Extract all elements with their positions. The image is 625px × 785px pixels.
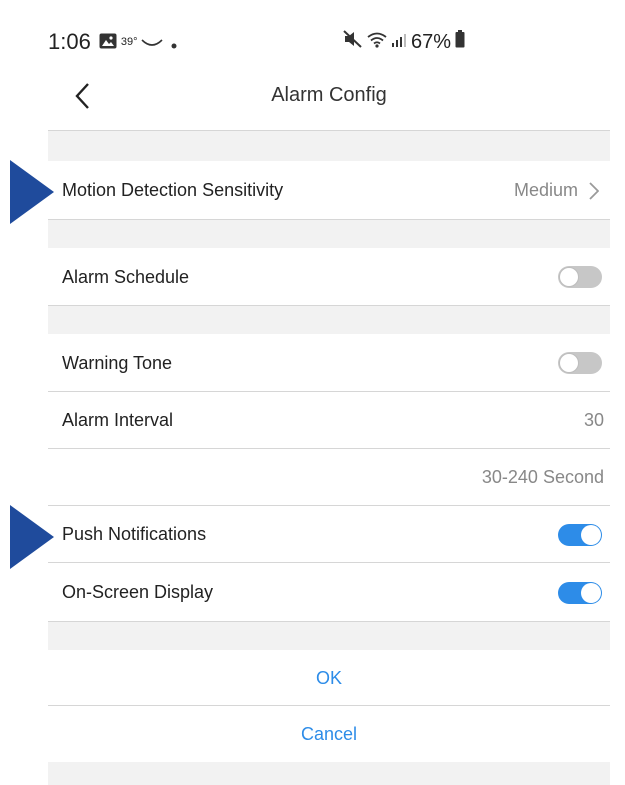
motion-detection-row[interactable]: Motion Detection Sensitivity Medium <box>48 161 610 220</box>
warning-tone-label: Warning Tone <box>62 353 173 373</box>
toggle-knob <box>559 353 579 373</box>
status-time: 1:06 <box>48 29 91 54</box>
motion-detection-label: Motion Detection Sensitivity <box>62 180 284 200</box>
push-notifications-row: Push Notifications <box>48 506 610 563</box>
on-screen-display-row: On-Screen Display <box>48 563 610 622</box>
dot-icon <box>171 29 177 55</box>
section-gap <box>48 220 610 248</box>
section-gap <box>48 306 610 334</box>
status-bar: 1:06 39° 67% <box>48 22 608 62</box>
section-gap <box>48 622 610 650</box>
cancel-button[interactable]: Cancel <box>48 706 610 762</box>
wifi-icon <box>367 31 387 54</box>
annotation-arrow-marker <box>10 160 54 224</box>
weather-icon <box>141 29 164 55</box>
warning-tone-row: Warning Tone <box>48 334 610 392</box>
status-temperature: 39° <box>120 36 138 48</box>
battery-percent: 67% <box>411 30 452 53</box>
push-notifications-toggle[interactable] <box>558 524 602 546</box>
alarm-interval-label: Alarm Interval <box>62 410 174 430</box>
page-title: Alarm Config <box>271 84 387 106</box>
status-right: 67% <box>343 22 465 62</box>
alarm-interval-row[interactable]: Alarm Interval 30 <box>48 392 610 449</box>
bottom-gap <box>48 762 610 785</box>
alarm-interval-value: 30 <box>583 410 604 430</box>
on-screen-display-label: On-Screen Display <box>62 582 214 602</box>
mute-icon <box>343 30 363 54</box>
alarm-schedule-toggle[interactable] <box>558 266 602 288</box>
ok-button[interactable]: OK <box>48 650 610 706</box>
on-screen-display-toggle[interactable] <box>558 582 602 604</box>
annotation-arrow-marker <box>10 505 54 569</box>
alarm-interval-hint: 30-240 Second <box>481 467 604 487</box>
status-left: 1:06 39° <box>48 29 177 55</box>
warning-tone-toggle[interactable] <box>558 352 602 374</box>
alarm-schedule-row: Alarm Schedule <box>48 248 610 306</box>
push-notifications-label: Push Notifications <box>62 524 207 544</box>
signal-icon <box>391 31 407 54</box>
chevron-right-icon <box>584 181 604 201</box>
section-gap <box>48 131 610 161</box>
motion-detection-value: Medium <box>513 180 578 200</box>
battery-icon <box>455 30 465 54</box>
alarm-schedule-label: Alarm Schedule <box>62 267 190 287</box>
toggle-knob <box>559 267 579 287</box>
toggle-knob <box>581 583 601 603</box>
alarm-interval-hint-row: 30-240 Second <box>48 449 610 506</box>
gallery-icon <box>99 29 117 55</box>
header: Alarm Config <box>48 68 610 131</box>
toggle-knob <box>581 525 601 545</box>
